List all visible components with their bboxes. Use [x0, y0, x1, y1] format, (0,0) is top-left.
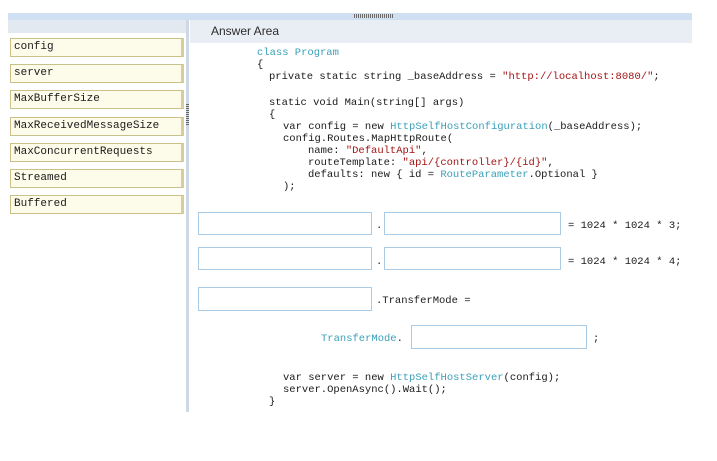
code-line: .TransferMode =	[376, 295, 471, 307]
code-line: {	[257, 59, 264, 71]
member-dot: .	[376, 220, 383, 232]
code-type: HttpSelfHostServer	[390, 372, 504, 384]
code-text: routeTemplate:	[308, 157, 403, 169]
code-text: var config = new	[283, 121, 391, 133]
panel-splitter[interactable]	[186, 20, 189, 412]
code-text: ,	[547, 157, 554, 169]
code-line: config.Routes.MapHttpRoute(	[283, 133, 454, 145]
splitter-grip-icon[interactable]	[186, 103, 189, 125]
drop-target-3[interactable]	[198, 287, 372, 311]
token-buffered[interactable]: Buffered	[10, 195, 184, 214]
code-line: class Program	[257, 47, 339, 59]
token-panel-header	[8, 20, 188, 33]
code-line: TransferMode.	[321, 333, 403, 345]
code-line: name: "DefaultApi",	[308, 145, 428, 157]
drop-target-4[interactable]	[411, 325, 587, 349]
code-type: RouteParameter	[440, 169, 529, 181]
code-line: var server = new HttpSelfHostServer(conf…	[283, 372, 560, 384]
token-server[interactable]: server	[10, 64, 184, 83]
code-text: (config);	[503, 372, 561, 384]
code-type: TransferMode	[321, 333, 397, 345]
token-streamed[interactable]: Streamed	[10, 169, 184, 188]
drop-target-1b[interactable]	[384, 212, 561, 235]
code-text: private static string _baseAddress =	[269, 71, 503, 83]
token-config[interactable]: config	[10, 38, 184, 57]
top-toolbar	[8, 13, 692, 20]
code-text: (_baseAddress);	[547, 121, 643, 133]
drag-grip-icon[interactable]	[354, 14, 394, 18]
code-line: = 1024 * 1024 * 4;	[568, 256, 682, 268]
answer-area-title: Answer Area	[211, 24, 280, 38]
code-line: }	[269, 396, 276, 408]
code-line: server.OpenAsync().Wait();	[283, 384, 447, 396]
code-type: HttpSelfHostConfiguration	[390, 121, 548, 133]
code-line: {	[269, 109, 276, 121]
code-text: defaults: new { id =	[308, 169, 441, 181]
code-line: static void Main(string[] args)	[269, 97, 465, 109]
token-maxconcurrentrequests[interactable]: MaxConcurrentRequests	[10, 143, 184, 162]
code-text: class Program	[257, 47, 339, 59]
code-line: ;	[593, 333, 600, 345]
code-text: name:	[308, 145, 346, 157]
code-line: );	[283, 181, 296, 193]
code-line: private static string _baseAddress = "ht…	[269, 71, 660, 83]
code-line: routeTemplate: "api/{controller}/{id}",	[308, 157, 554, 169]
token-maxreceivedmessagesize[interactable]: MaxReceivedMessageSize	[10, 117, 184, 136]
code-text: var server = new	[283, 372, 391, 384]
code-string: "api/{controller}/{id}"	[402, 157, 548, 169]
drop-target-1a[interactable]	[198, 212, 372, 235]
token-maxbuffersize[interactable]: MaxBufferSize	[10, 90, 184, 109]
answer-area-header: Answer Area	[190, 20, 692, 43]
code-text: .Optional }	[528, 169, 598, 181]
code-line: var config = new HttpSelfHostConfigurati…	[283, 121, 642, 133]
code-line: defaults: new { id = RouteParameter.Opti…	[308, 169, 598, 181]
code-text: .	[396, 333, 403, 345]
code-line: = 1024 * 1024 * 3;	[568, 220, 682, 232]
code-text: ;	[653, 71, 660, 83]
drop-target-2b[interactable]	[384, 247, 561, 270]
member-dot: .	[376, 256, 383, 268]
code-string: "http://localhost:8080/"	[502, 71, 654, 83]
code-string: "DefaultApi"	[345, 145, 422, 157]
code-text: ,	[421, 145, 428, 157]
drop-target-2a[interactable]	[198, 247, 372, 270]
